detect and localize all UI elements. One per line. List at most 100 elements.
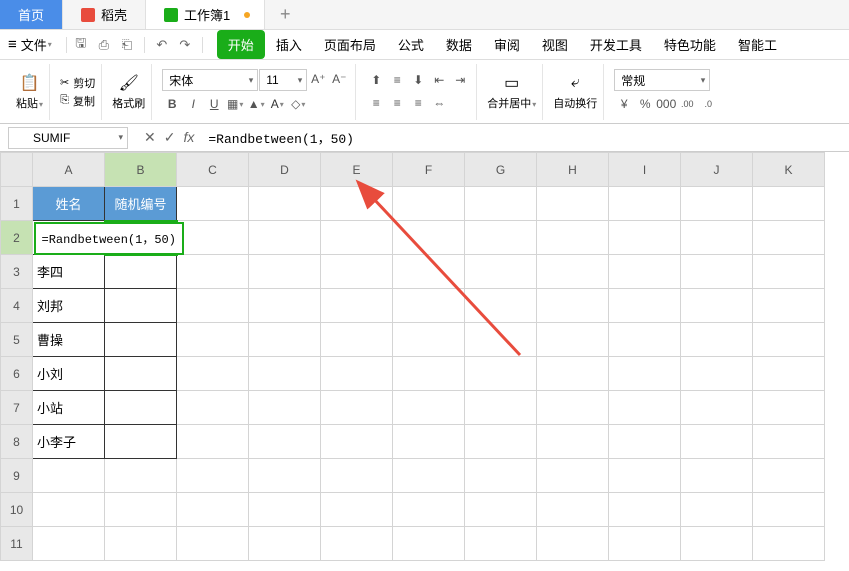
ribbon-tab-review[interactable]: 审阅	[483, 30, 531, 59]
col-header-C[interactable]: C	[177, 153, 249, 187]
font-size-select[interactable]: 11	[259, 69, 307, 91]
dec-dec-button[interactable]: .0	[698, 94, 718, 114]
cancel-formula-icon[interactable]: ✕	[144, 129, 156, 146]
cell-B6[interactable]	[105, 357, 177, 391]
row-header-7[interactable]: 7	[1, 391, 33, 425]
cell-A7[interactable]: 小站	[33, 391, 105, 425]
ribbon-tab-dev[interactable]: 开发工具	[579, 30, 653, 59]
underline-button[interactable]: U	[204, 94, 224, 114]
paste-button[interactable]: 📋 粘贴▾	[16, 73, 43, 111]
name-box[interactable]: SUMIF	[8, 127, 128, 149]
cut-button[interactable]: ✂剪切	[60, 75, 95, 91]
col-header-K[interactable]: K	[753, 153, 825, 187]
cell-A3[interactable]: 李四	[33, 255, 105, 289]
align-right-button[interactable]: ≡	[408, 93, 428, 113]
tab-daoke[interactable]: 稻壳	[63, 0, 146, 29]
add-tab-button[interactable]: +	[265, 0, 305, 29]
decrease-font-icon[interactable]: A⁻	[329, 69, 349, 89]
dec-inc-button[interactable]: .00	[677, 94, 697, 114]
file-menu[interactable]: 文件 ▾	[21, 35, 52, 54]
border-button[interactable]: ▦▾	[225, 94, 245, 114]
cell-B4[interactable]	[105, 289, 177, 323]
row-header-6[interactable]: 6	[1, 357, 33, 391]
align-center-button[interactable]: ≡	[387, 93, 407, 113]
font-family-select[interactable]: 宋体	[162, 69, 258, 91]
col-header-J[interactable]: J	[681, 153, 753, 187]
row-header-2[interactable]: 2	[1, 221, 33, 255]
italic-button[interactable]: I	[183, 94, 203, 114]
col-header-G[interactable]: G	[465, 153, 537, 187]
cell-B1[interactable]: 随机编号	[105, 187, 177, 221]
align-middle-button[interactable]: ≡	[387, 70, 407, 90]
ribbon-tab-view[interactable]: 视图	[531, 30, 579, 59]
enter-formula-icon[interactable]: ✓	[164, 129, 176, 146]
save-icon[interactable]: 🖫	[71, 35, 91, 55]
export-icon[interactable]: ⎙	[94, 35, 114, 55]
increase-font-icon[interactable]: A⁺	[308, 69, 328, 89]
tab-home[interactable]: 首页	[0, 0, 63, 29]
row-header-4[interactable]: 4	[1, 289, 33, 323]
ribbon-tab-smart[interactable]: 智能工	[727, 30, 788, 59]
cell-B7[interactable]	[105, 391, 177, 425]
redo-icon[interactable]: ↷	[175, 35, 195, 55]
row-header-1[interactable]: 1	[1, 187, 33, 221]
row-header-9[interactable]: 9	[1, 459, 33, 493]
percent-button[interactable]: %	[635, 94, 655, 114]
cell-B2-editing[interactable]: =Randbetween(1，50)	[105, 221, 177, 255]
ribbon-tab-special[interactable]: 特色功能	[653, 30, 727, 59]
ribbon-tab-page-layout[interactable]: 页面布局	[313, 30, 387, 59]
col-header-B[interactable]: B	[105, 153, 177, 187]
undo-icon[interactable]: ↶	[152, 35, 172, 55]
cell-A4[interactable]: 刘邦	[33, 289, 105, 323]
col-header-F[interactable]: F	[393, 153, 465, 187]
select-all-corner[interactable]	[1, 153, 33, 187]
row-header-8[interactable]: 8	[1, 425, 33, 459]
cell-A8[interactable]: 小李子	[33, 425, 105, 459]
indent-dec-button[interactable]: ⇤	[429, 70, 449, 90]
cell-B3[interactable]	[105, 255, 177, 289]
formula-input[interactable]	[202, 127, 849, 149]
row-header-10[interactable]: 10	[1, 493, 33, 527]
clear-format-button[interactable]: ◇▾	[288, 94, 308, 114]
col-header-A[interactable]: A	[33, 153, 105, 187]
currency-button[interactable]: ¥	[614, 94, 634, 114]
dist-h-button[interactable]: ⇔	[429, 93, 449, 113]
ribbon-tab-insert[interactable]: 插入	[265, 30, 313, 59]
fx-icon[interactable]: fx	[183, 129, 194, 146]
cell-B8[interactable]	[105, 425, 177, 459]
col-header-E[interactable]: E	[321, 153, 393, 187]
thousands-button[interactable]: 000	[656, 94, 676, 114]
fill-color-button[interactable]: ▲▾	[246, 94, 266, 114]
indent-inc-button[interactable]: ⇥	[450, 70, 470, 90]
wrap-icon: ⤶	[565, 73, 585, 93]
row-header-5[interactable]: 5	[1, 323, 33, 357]
formula-bar: SUMIF ✕ ✓ fx	[0, 124, 849, 152]
align-left-button[interactable]: ≡	[366, 93, 386, 113]
align-top-button[interactable]: ⬆	[366, 70, 386, 90]
cell-A6[interactable]: 小刘	[33, 357, 105, 391]
auto-wrap-button[interactable]: ⤶ 自动换行	[553, 73, 597, 111]
copy-button[interactable]: ⎘复制	[60, 93, 95, 109]
ribbon-tab-formula[interactable]: 公式	[387, 30, 435, 59]
cell-B5[interactable]	[105, 323, 177, 357]
font-color-button[interactable]: A▾	[267, 94, 287, 114]
col-header-I[interactable]: I	[609, 153, 681, 187]
preview-icon[interactable]: ⎗	[117, 35, 137, 55]
row-header-11[interactable]: 11	[1, 527, 33, 561]
tab-workbook[interactable]: 工作簿1	[146, 0, 265, 29]
format-painter-button[interactable]: 🖌 格式刷	[112, 73, 145, 111]
bold-button[interactable]: B	[162, 94, 182, 114]
row-header-3[interactable]: 3	[1, 255, 33, 289]
cell-edit-overlay[interactable]: =Randbetween(1，50)	[34, 222, 184, 255]
merge-center-button[interactable]: ▭ 合并居中▾	[487, 73, 536, 111]
col-header-H[interactable]: H	[537, 153, 609, 187]
align-bottom-button[interactable]: ⬇	[408, 70, 428, 90]
spreadsheet-grid[interactable]: A B C D E F G H I J K 1 姓名 随机编号 2 =Randb…	[0, 152, 849, 561]
ribbon-tab-data[interactable]: 数据	[435, 30, 483, 59]
cell-A5[interactable]: 曹操	[33, 323, 105, 357]
ribbon-tab-start[interactable]: 开始	[217, 30, 265, 59]
hamburger-button[interactable]: ≡	[8, 36, 17, 53]
col-header-D[interactable]: D	[249, 153, 321, 187]
cell-A1[interactable]: 姓名	[33, 187, 105, 221]
number-format-select[interactable]: 常规	[614, 69, 710, 91]
